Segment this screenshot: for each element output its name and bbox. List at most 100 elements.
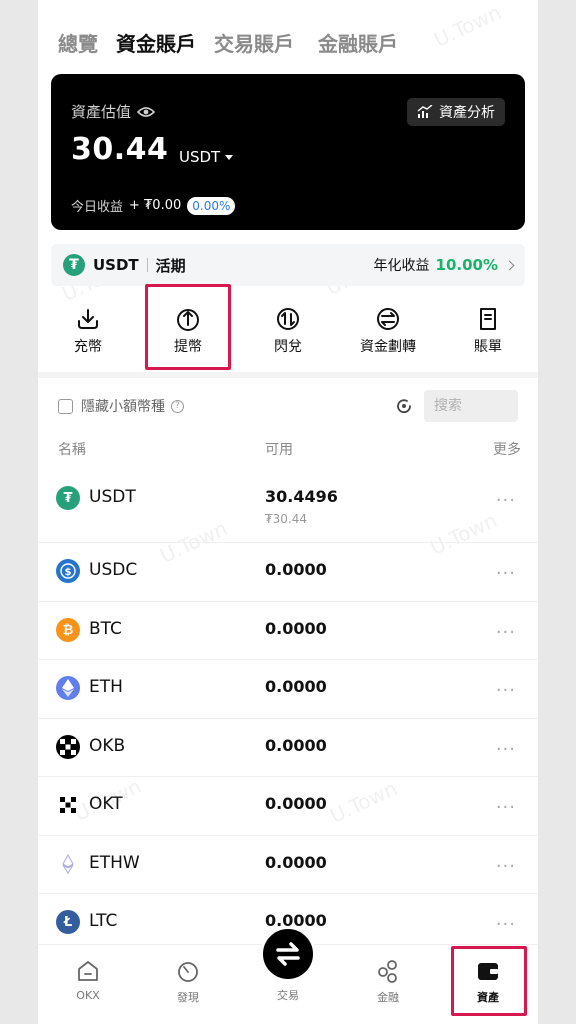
more-options-icon[interactable]: ··· <box>496 739 516 760</box>
coin-name: OKT <box>89 794 123 814</box>
litecoin-icon: Ł <box>56 910 80 934</box>
filter-right <box>394 390 518 422</box>
nav-trade-label: 交易 <box>277 989 299 1002</box>
more-options-icon[interactable]: ··· <box>496 914 516 935</box>
more-options-icon[interactable]: ··· <box>496 680 516 701</box>
chevron-right-icon <box>504 260 515 270</box>
nav-discover[interactable]: 發現 <box>138 945 238 1024</box>
valuation-label-text: 資產估值 <box>71 103 132 121</box>
table-row[interactable]: $ USDC 0.0000 ··· <box>38 543 538 602</box>
refresh-icon[interactable] <box>394 396 414 416</box>
eye-icon[interactable] <box>137 106 156 118</box>
deposit-button[interactable]: 充幣 <box>38 296 138 362</box>
coin-amount: 0.0000 <box>265 735 327 755</box>
more-options-icon[interactable]: ··· <box>496 622 516 643</box>
coin-amount: 0.0000 <box>265 677 327 696</box>
coin-list: ₮ USDT 30.4496 ₮30.44 ··· $ USDC 0.0000 … <box>38 470 538 953</box>
today-income: 今日收益 + ₮0.00 0.00% <box>71 196 236 215</box>
income-pct-badge: 0.00% <box>187 196 236 215</box>
assets-screen: U.Town U.Town U.Town U.Town U.Town U.Tow… <box>38 0 538 1024</box>
earn-apy: 年化收益 10.00% <box>373 255 515 275</box>
table-row[interactable]: OKT 0.0000 ··· <box>38 777 538 836</box>
income-value: + ₮0.00 <box>129 198 182 213</box>
earn-promo-row[interactable]: ₮ USDT 活期 年化收益 10.00% <box>51 244 525 286</box>
column-available: 可用 <box>265 442 293 458</box>
tab-funding-account[interactable]: 資金賬戶 <box>116 28 196 57</box>
caret-down-icon <box>225 154 234 160</box>
assets-highlight <box>451 946 527 1016</box>
transfer-button[interactable]: 資金劃轉 <box>338 296 438 362</box>
currency-unit: USDT <box>179 148 221 166</box>
more-options-icon[interactable]: ··· <box>496 490 516 511</box>
section-divider <box>38 372 538 378</box>
table-row[interactable]: ETH 0.0000 ··· <box>38 660 538 719</box>
transfer-label: 資金劃轉 <box>360 339 416 355</box>
table-row[interactable]: ₮ USDT 30.4496 ₮30.44 ··· <box>38 470 538 543</box>
income-label: 今日收益 <box>71 200 124 215</box>
tab-trading-account[interactable]: 交易賬戶 <box>214 28 294 57</box>
coin-amount: 0.0000 <box>265 560 327 579</box>
hide-small-checkbox[interactable] <box>58 398 73 414</box>
home-icon <box>78 961 98 981</box>
nav-discover-label: 發現 <box>177 991 199 1004</box>
watermark: U.Town <box>430 0 505 52</box>
apy-label: 年化收益 <box>373 258 430 274</box>
column-name: 名稱 <box>58 442 86 458</box>
table-row[interactable]: OKB 0.0000 ··· <box>38 719 538 777</box>
coin-name: LTC <box>89 911 118 931</box>
deposit-icon <box>78 309 98 329</box>
hide-small-label: 隱藏小額幣種 <box>81 399 165 415</box>
asset-valuation-card: 資產估值 30.44 USDT 資產分析 今日收益 + ₮0.00 0.00% <box>51 74 525 230</box>
nav-finance[interactable]: 金融 <box>338 945 438 1024</box>
coin-name: USDC <box>89 560 138 580</box>
earn-term: 活期 <box>155 256 186 275</box>
divider <box>146 258 148 272</box>
deposit-label: 充幣 <box>74 339 102 355</box>
nav-okx-label: OKX <box>76 989 100 1002</box>
withdraw-highlight <box>145 284 231 370</box>
table-header: 名稱 可用 更多 <box>58 436 521 460</box>
swap-arrows-icon <box>276 942 300 966</box>
trade-button[interactable] <box>260 926 316 982</box>
usdc-icon: $ <box>56 559 80 583</box>
convert-label: 閃兌 <box>274 339 302 355</box>
help-icon[interactable]: ? <box>171 399 184 413</box>
ethereum-icon <box>56 676 80 700</box>
bill-icon <box>480 308 496 330</box>
tab-earn-account[interactable]: 金融賬戶 <box>318 28 398 57</box>
more-options-icon[interactable]: ··· <box>496 563 516 584</box>
svg-text:$: $ <box>65 567 72 578</box>
finance-icon <box>378 960 397 983</box>
bill-button[interactable]: 賬單 <box>438 296 538 362</box>
nav-okx[interactable]: OKX <box>38 945 138 1024</box>
valuation-value: 30.44 <box>71 132 169 167</box>
apy-value: 10.00% <box>435 256 498 274</box>
okt-icon <box>56 793 80 817</box>
coin-amount: 30.4496 <box>265 487 338 506</box>
discover-icon <box>178 962 198 982</box>
convert-icon <box>277 308 299 330</box>
filter-row: 隱藏小額幣種 ? <box>58 390 518 422</box>
quick-actions: 充幣 提幣 閃兌 資金劃轉 賬單 <box>38 296 538 362</box>
column-more: 更多 <box>493 442 521 458</box>
table-row[interactable]: ₿ BTC 0.0000 ··· <box>38 602 538 660</box>
bitcoin-icon: ₿ <box>56 617 80 642</box>
coin-value-sub: ₮30.44 <box>265 512 307 526</box>
more-options-icon[interactable]: ··· <box>496 856 516 877</box>
convert-button[interactable]: 閃兌 <box>238 296 338 362</box>
bill-label: 賬單 <box>474 339 502 355</box>
coin-name: OKB <box>89 735 126 756</box>
asset-analysis-button[interactable]: 資產分析 <box>407 98 505 126</box>
tether-icon: ₮ <box>56 486 80 510</box>
more-options-icon[interactable]: ··· <box>496 797 516 818</box>
currency-selector[interactable]: USDT <box>179 148 234 166</box>
earn-coin: USDT <box>93 256 139 274</box>
coin-amount: 0.0000 <box>265 852 327 872</box>
asset-analysis-label: 資產分析 <box>439 105 495 121</box>
search-input[interactable] <box>424 390 518 422</box>
coin-name: ETHW <box>89 852 140 873</box>
tab-overview[interactable]: 總覽 <box>58 28 98 57</box>
coin-amount: 0.0000 <box>265 618 327 638</box>
table-row[interactable]: ETHW 0.0000 ··· <box>38 836 538 894</box>
okb-icon <box>56 734 80 759</box>
